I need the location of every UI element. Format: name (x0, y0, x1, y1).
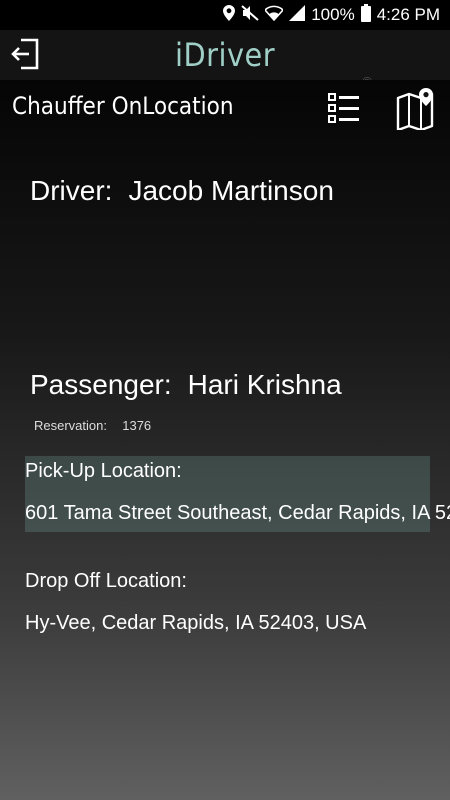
wifi-icon (264, 5, 285, 26)
list-icon (328, 93, 359, 123)
mute-icon (241, 4, 259, 26)
watermark-text: limolink (440, 140, 450, 800)
pickup-location[interactable]: Pick-Up Location: 601 Tama Street Southe… (25, 456, 450, 532)
battery-percent: 100% (311, 5, 355, 24)
dropoff-label: Drop Off Location: (25, 570, 187, 592)
list-button[interactable] (325, 90, 365, 126)
pickup-label: Pick-Up Location: (25, 460, 182, 482)
passenger-label: Passenger: (30, 369, 172, 400)
driver-name: Jacob Martinson (128, 175, 334, 206)
driver-info: Driver: Jacob Martinson (30, 175, 334, 207)
signal-icon (289, 4, 306, 26)
location-icon (223, 4, 236, 26)
status-bar: 100% 4:26 PM (0, 0, 450, 30)
passenger-name: Hari Krishna (187, 369, 342, 400)
dropoff-location[interactable]: Drop Off Location: Hy-Vee, Cedar Rapids,… (25, 566, 430, 642)
pickup-address: 601 Tama Street Southeast, Cedar Rapids,… (25, 502, 450, 524)
app-title: iDriver (174, 36, 276, 74)
map-icon (396, 88, 434, 132)
map-button[interactable] (395, 86, 441, 132)
main-content: limolink Chauffer OnLocation Driver: Jaco… (0, 80, 450, 800)
reservation-info: Reservation: 1376 (34, 418, 151, 433)
status-icons: 100% 4:26 PM (223, 0, 440, 30)
driver-label: Driver: (30, 175, 113, 206)
status-time: 4:26 PM (376, 5, 440, 24)
page-subtitle: Chauffer OnLocation (12, 92, 234, 120)
dropoff-address: Hy-Vee, Cedar Rapids, IA 52403, USA (25, 612, 367, 634)
reservation-number: 1376 (122, 418, 152, 433)
battery-icon (360, 3, 371, 27)
reservation-label: Reservation: (34, 418, 107, 433)
passenger-info: Passenger: Hari Krishna (30, 369, 342, 401)
app-bar: iDriver ® (0, 30, 450, 89)
